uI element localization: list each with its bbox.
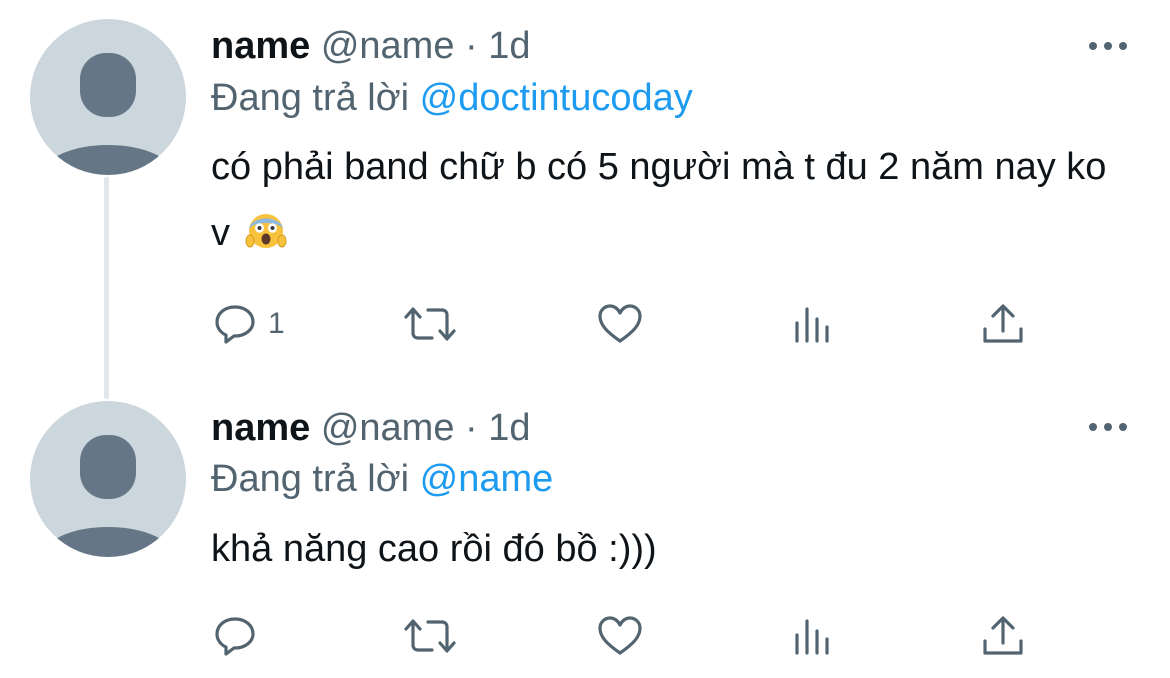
thread-connector [104, 177, 109, 399]
heart-icon [598, 304, 642, 343]
more-icon-dot [1119, 42, 1127, 50]
views-button[interactable] [789, 606, 835, 666]
more-icon-dot [1104, 423, 1112, 431]
tweet-actions [0, 606, 1170, 666]
more-icon [1089, 42, 1097, 50]
replying-to-label: Đang trả lời [211, 77, 410, 119]
tweet-header: name @name · 1d [211, 22, 531, 70]
share-button[interactable] [980, 606, 1026, 666]
retweet-button[interactable] [402, 294, 458, 354]
more-icon [1089, 423, 1097, 431]
share-button[interactable] [980, 294, 1026, 354]
tweet-text: có phải band chữ b có 5 người mà t đu 2 … [211, 134, 1126, 266]
replying-to: Đang trả lời @doctintucoday [211, 73, 693, 123]
views-button[interactable] [789, 294, 835, 354]
mention-link[interactable]: @doctintucoday [420, 77, 693, 119]
default-avatar-icon [40, 435, 176, 557]
retweet-icon [404, 619, 456, 653]
tweet-header: name @name · 1d [211, 404, 531, 452]
timestamp[interactable]: 1d [488, 407, 530, 449]
display-name[interactable]: name [211, 407, 310, 449]
retweet-button[interactable] [402, 606, 458, 666]
tweet[interactable]: name @name · 1d Đang trả lời @doctintuco… [0, 0, 1170, 399]
share-icon [983, 616, 1023, 655]
face-screaming-in-fear-icon [245, 209, 287, 251]
reply-count: 1 [268, 307, 285, 340]
views-icon [795, 619, 829, 655]
tweet[interactable]: name @name · 1d Đang trả lời @name khả n… [0, 384, 1170, 678]
separator-dot: · [465, 25, 478, 67]
views-icon [795, 307, 829, 343]
separator-dot: · [465, 407, 478, 449]
share-icon [983, 304, 1023, 343]
more-options-button[interactable] [1085, 415, 1131, 439]
heart-icon [598, 616, 642, 655]
more-icon-dot [1104, 42, 1112, 50]
like-button[interactable] [597, 294, 643, 354]
mention-link[interactable]: @name [420, 458, 554, 500]
default-avatar-icon [40, 53, 176, 175]
tweet-text: khả năng cao rồi đó bồ :))) [211, 516, 1126, 582]
avatar[interactable] [30, 401, 186, 557]
display-name[interactable]: name [211, 25, 310, 67]
tweet-text-content: có phải band chữ b có 5 người mà t đu 2 … [211, 146, 1107, 254]
tweet-text-content: khả năng cao rồi đó bồ :))) [211, 528, 657, 570]
user-handle[interactable]: @name [321, 407, 455, 449]
retweet-icon [404, 307, 456, 341]
like-button[interactable] [597, 606, 643, 666]
reply-button[interactable] [212, 606, 268, 666]
replying-to: Đang trả lời @name [211, 454, 553, 504]
more-options-button[interactable] [1085, 34, 1131, 58]
reply-icon [215, 617, 255, 656]
user-handle[interactable]: @name [321, 25, 455, 67]
more-icon-dot [1119, 423, 1127, 431]
reply-icon [215, 305, 255, 344]
reply-button[interactable]: 1 [212, 294, 285, 354]
replying-to-label: Đang trả lời [211, 458, 410, 500]
timestamp[interactable]: 1d [488, 25, 530, 67]
avatar[interactable] [30, 19, 186, 175]
tweet-actions: 1 [0, 294, 1170, 354]
